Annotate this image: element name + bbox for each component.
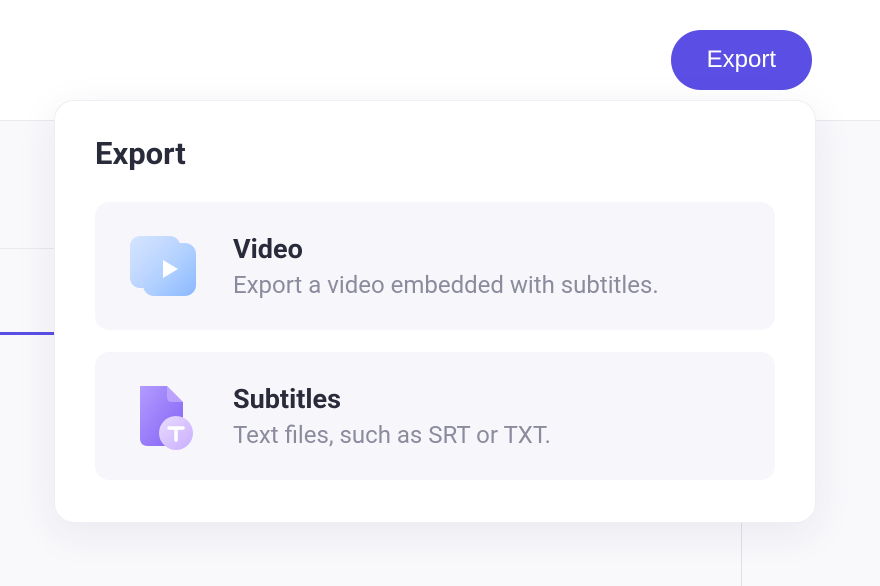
export-panel: Export bbox=[54, 100, 816, 523]
background-tab[interactable]: sian bbox=[0, 418, 60, 501]
background-tab[interactable]: avorit bbox=[0, 335, 60, 418]
subtitles-icon bbox=[125, 378, 201, 454]
option-desc: Text files, such as SRT or TXT. bbox=[233, 421, 745, 449]
video-icon bbox=[125, 228, 201, 304]
background-tabs: inal off by avorit sian bbox=[0, 165, 60, 501]
background-tab-active[interactable]: off by bbox=[0, 249, 60, 335]
option-text-video: Video Export a video embedded with subti… bbox=[233, 233, 745, 299]
option-desc: Export a video embedded with subtitles. bbox=[233, 271, 745, 299]
panel-title: Export bbox=[95, 135, 775, 172]
option-text-subtitles: Subtitles Text files, such as SRT or TXT… bbox=[233, 383, 745, 449]
option-title: Subtitles bbox=[233, 383, 745, 415]
background-tab[interactable]: inal bbox=[0, 165, 60, 249]
export-button[interactable]: Export bbox=[671, 30, 812, 90]
export-option-subtitles[interactable]: Subtitles Text files, such as SRT or TXT… bbox=[95, 352, 775, 480]
export-option-video[interactable]: Video Export a video embedded with subti… bbox=[95, 202, 775, 330]
option-title: Video bbox=[233, 233, 745, 265]
